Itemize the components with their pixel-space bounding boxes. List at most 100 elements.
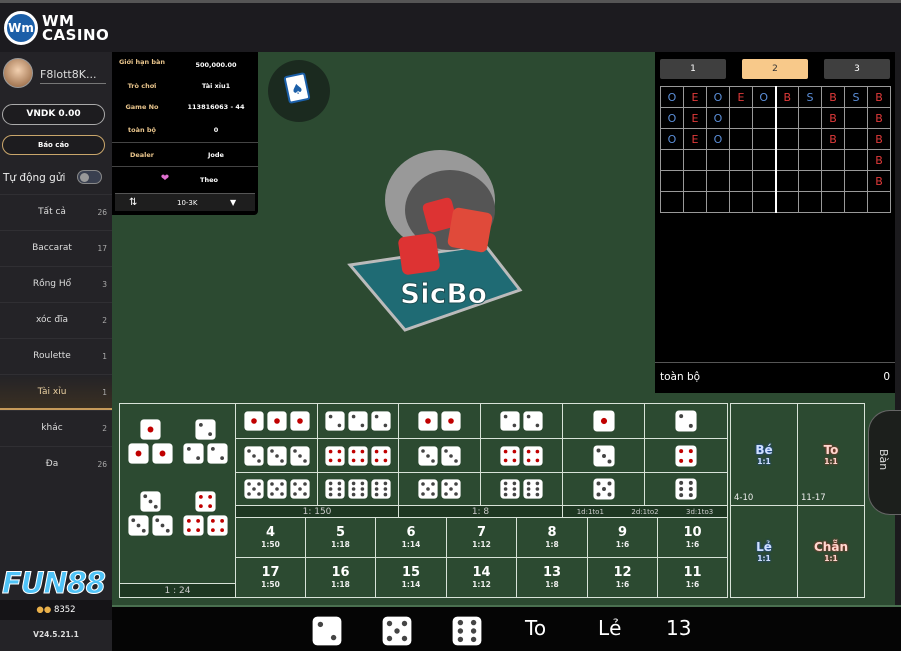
die-5 — [441, 479, 461, 499]
bet-dice-2[interactable] — [644, 403, 728, 439]
bet-sum-15[interactable]: 15 1:14 — [375, 557, 447, 598]
bet-dice-44[interactable] — [480, 438, 563, 473]
bet-dice-111[interactable] — [235, 403, 318, 439]
avatar[interactable] — [3, 58, 33, 88]
table-side-tab[interactable]: Bàn — [868, 410, 901, 515]
road-cell — [798, 191, 822, 213]
bet-sum-11[interactable]: 11 1:6 — [657, 557, 728, 598]
limit-select-value: 10-3K — [177, 199, 198, 207]
road-cell: S — [844, 86, 868, 108]
category-5[interactable]: Tài xỉu 1 — [0, 374, 112, 410]
road-cell — [798, 149, 822, 171]
bet-dice-33[interactable] — [398, 438, 481, 473]
bet-dice-5[interactable] — [562, 472, 645, 506]
cards-button[interactable]: ♠ — [268, 60, 330, 122]
bet-dice-666[interactable] — [317, 472, 399, 506]
road-cell — [706, 149, 730, 171]
die-3 — [418, 445, 438, 466]
username: F8lott8K... — [40, 68, 106, 84]
die-1 — [592, 410, 615, 432]
bet-sum-9[interactable]: 9 1:6 — [587, 517, 658, 558]
die-5 — [418, 479, 438, 499]
bet-sum-13[interactable]: 13 1:8 — [516, 557, 588, 598]
limit-select[interactable]: ⇅ 10-3K ▼ — [115, 193, 255, 211]
limit-label: Giới hạn bàn — [118, 58, 166, 66]
bet-sum-5[interactable]: 5 1:18 — [305, 517, 376, 558]
road-cell: B — [867, 149, 891, 171]
bet-sum-4[interactable]: 4 1:50 — [235, 517, 306, 558]
road-cell: B — [821, 128, 845, 150]
die-4 — [371, 445, 391, 466]
bet-odd[interactable]: Lẻ 1:1 — [730, 505, 798, 598]
bet-sum-14[interactable]: 14 1:12 — [446, 557, 517, 598]
bet-dice-444[interactable] — [317, 438, 399, 473]
die-5 — [289, 479, 310, 499]
die-4 — [182, 514, 204, 536]
bet-dice-4[interactable] — [644, 438, 728, 473]
bet-sum-16[interactable]: 16 1:18 — [305, 557, 376, 598]
report-button[interactable]: Báo cáo — [2, 135, 105, 155]
auto-send-toggle[interactable] — [77, 170, 102, 184]
category-7[interactable]: Đa 26 — [0, 446, 112, 482]
die-5 — [266, 479, 287, 499]
bet-sum-8[interactable]: 8 1:8 — [516, 517, 588, 558]
bet-dice-555[interactable] — [235, 472, 318, 506]
result-bar: To Lẻ 13 — [112, 605, 901, 651]
category-2[interactable]: Rồng Hổ 3 — [0, 266, 112, 302]
bet-dice-55[interactable] — [398, 472, 481, 506]
category-0[interactable]: Tất cả 26 — [0, 194, 112, 230]
follow-button[interactable]: ❤ Theo — [112, 166, 258, 191]
die-2 — [312, 616, 342, 646]
die-6 — [371, 479, 391, 499]
road-grid: OEOEOBSBSBOEOBBOEOBBBB — [660, 86, 891, 213]
die-3 — [139, 490, 161, 512]
die-1 — [243, 411, 264, 431]
road-cell — [798, 170, 822, 192]
game-label: Trò chơi — [127, 82, 157, 90]
balance-button[interactable]: VNDK 0.00 — [2, 104, 105, 125]
version: V24.5.21.1 — [33, 630, 79, 639]
road-cell: B — [867, 128, 891, 150]
bet-dice-22[interactable] — [480, 403, 563, 439]
bet-dice-11[interactable] — [398, 403, 481, 439]
road-cell — [752, 149, 776, 171]
category-4[interactable]: Roulette 1 — [0, 338, 112, 374]
dealer-label: Dealer — [129, 151, 155, 159]
category-1[interactable]: Baccarat 17 — [0, 230, 112, 266]
result-sum: 13 — [666, 616, 692, 640]
bet-sum-10[interactable]: 10 1:6 — [657, 517, 728, 558]
die-6 — [500, 479, 520, 499]
road-tab-3[interactable]: 3 — [824, 59, 890, 79]
result-odd-even: Lẻ — [598, 616, 622, 640]
category-6[interactable]: khác 2 — [0, 410, 112, 446]
road-cell: E — [683, 128, 707, 150]
road-cell: O — [660, 107, 684, 129]
road-cell — [683, 149, 707, 171]
bet-sum-12[interactable]: 12 1:6 — [587, 557, 658, 598]
bet-sum-6[interactable]: 6 1:14 — [375, 517, 447, 558]
bet-even[interactable]: Chẵn 1:1 — [797, 505, 865, 598]
road-cell — [752, 170, 776, 192]
die-4 — [523, 445, 543, 466]
bet-dice-222[interactable] — [317, 403, 399, 439]
road-tab-2[interactable]: 2 — [742, 59, 808, 79]
header: Wm WM CASINO — [0, 0, 901, 52]
bet-dice-66[interactable] — [480, 472, 563, 506]
bet-sum-17[interactable]: 17 1:50 — [235, 557, 306, 598]
bet-dice-6[interactable] — [644, 472, 728, 506]
road-tab-1[interactable]: 1 — [660, 59, 726, 79]
bet-small[interactable]: Bé 1:1 4-10 — [730, 403, 798, 506]
road-cell: O — [660, 128, 684, 150]
bet-dice-3[interactable] — [562, 438, 645, 473]
bet-dice-1[interactable] — [562, 403, 645, 439]
bet-big[interactable]: To 1:1 11-17 — [797, 403, 865, 506]
bet-any-triple[interactable] — [119, 403, 236, 584]
die-4 — [500, 445, 520, 466]
die-2 — [371, 411, 391, 431]
bet-dice-333[interactable] — [235, 438, 318, 473]
table-info-panel: Giới hạn bàn 500,000.00 Trò chơi Tài xỉu1 … — [112, 52, 258, 215]
road-cell — [729, 107, 753, 129]
category-3[interactable]: xóc đĩa 2 — [0, 302, 112, 338]
bet-sum-7[interactable]: 7 1:12 — [446, 517, 517, 558]
die-3 — [127, 514, 149, 536]
